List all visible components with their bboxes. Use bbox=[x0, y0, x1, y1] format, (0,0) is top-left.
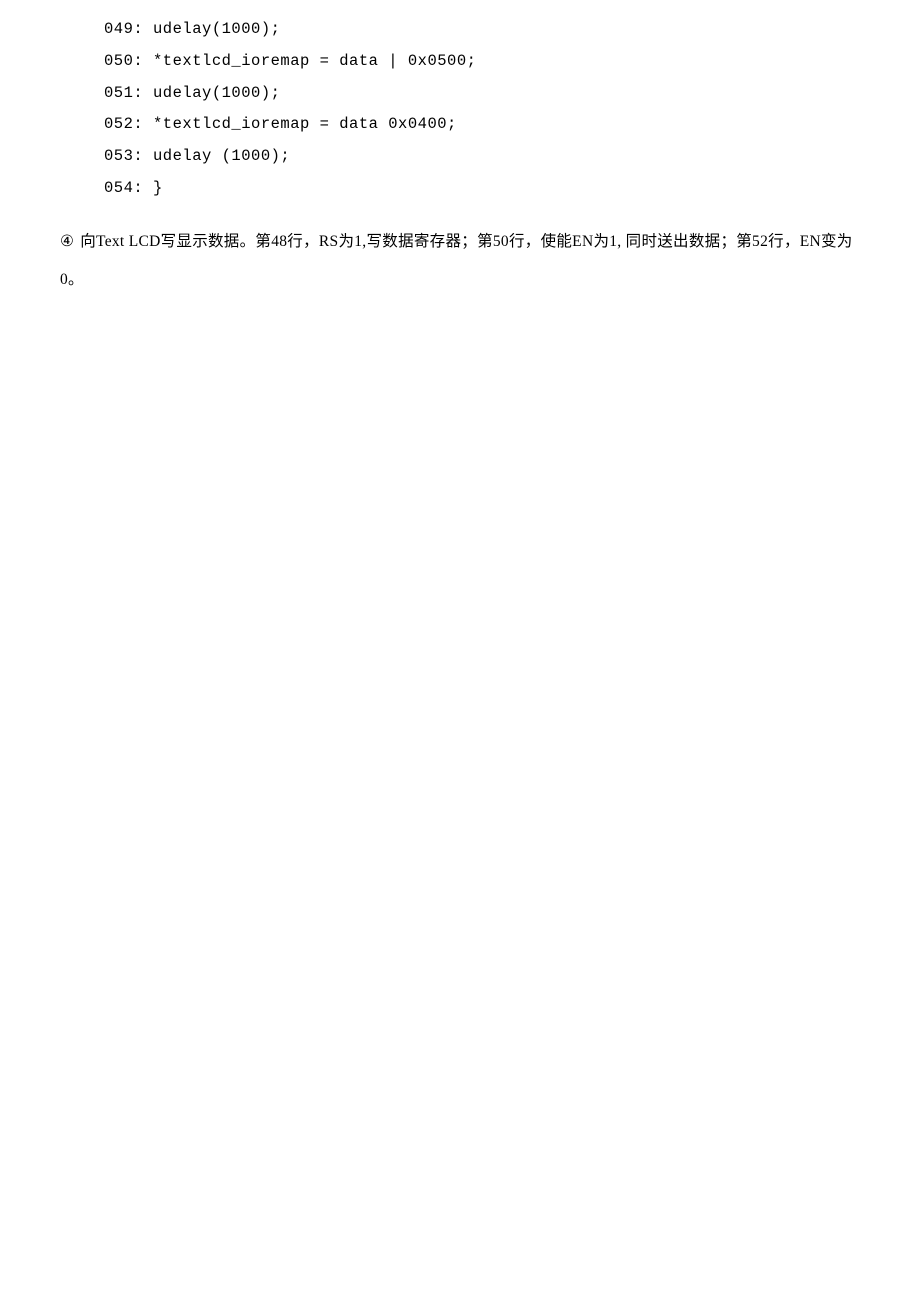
code-line: 049: udelay(1000); bbox=[104, 14, 860, 46]
code-block: 049: udelay(1000); 050: *textlcd_ioremap… bbox=[104, 14, 860, 205]
explanation-paragraph: ④向Text LCD写显示数据。第48行，RS为1,写数据寄存器；第50行，使能… bbox=[60, 223, 860, 301]
explanation-text: 向Text LCD写显示数据。第48行，RS为1,写数据寄存器；第50行，使能E… bbox=[60, 233, 853, 289]
code-line: 052: *textlcd_ioremap = data 0x0400; bbox=[104, 109, 860, 141]
circled-number: ④ bbox=[60, 223, 74, 262]
code-line: 051: udelay(1000); bbox=[104, 78, 860, 110]
code-line: 054: } bbox=[104, 173, 860, 205]
code-line: 053: udelay (1000); bbox=[104, 141, 860, 173]
code-line: 050: *textlcd_ioremap = data | 0x0500; bbox=[104, 46, 860, 78]
